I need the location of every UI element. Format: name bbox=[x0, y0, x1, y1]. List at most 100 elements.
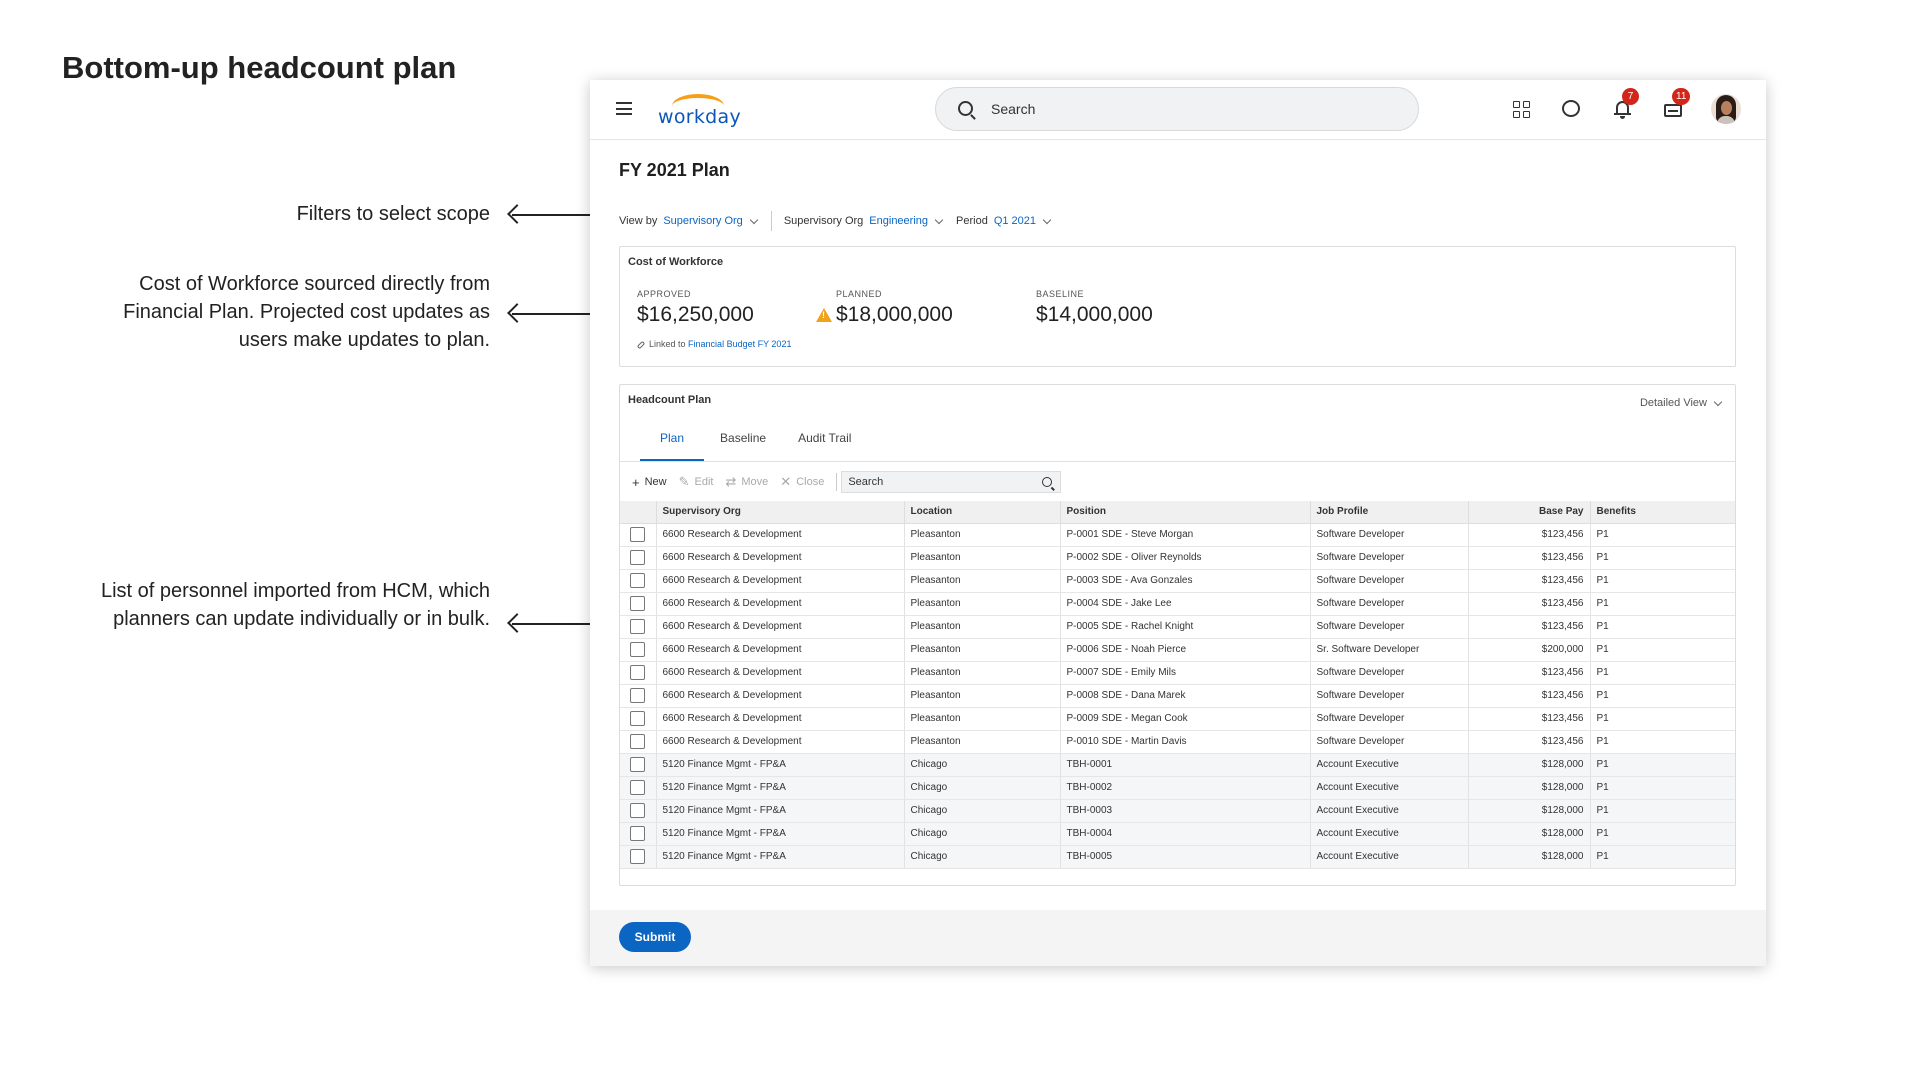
row-checkbox[interactable] bbox=[630, 619, 646, 634]
table-row[interactable]: 6600 Research & Development Pleasanton P-0… bbox=[620, 730, 1735, 754]
table-row[interactable]: 6600 Research & Development Pleasanton P-0… bbox=[620, 592, 1735, 616]
table-row[interactable]: 6600 Research & Development Pleasanton P-0… bbox=[620, 661, 1735, 685]
table-row[interactable]: 6600 Research & Development Pleasanton P-0… bbox=[620, 638, 1735, 662]
close-icon: ✕ bbox=[780, 474, 792, 489]
plus-icon: + bbox=[632, 474, 640, 490]
close-button[interactable]: ✕ Close bbox=[780, 474, 824, 490]
table-row[interactable]: 5120 Finance Mgmt - FP&A Chicago TBH-0003 A… bbox=[620, 799, 1735, 823]
row-checkbox[interactable] bbox=[630, 550, 646, 565]
grid-search-input[interactable]: Search bbox=[841, 471, 1062, 493]
avatar[interactable] bbox=[1711, 94, 1741, 124]
tab-plan[interactable]: Plan bbox=[640, 421, 705, 462]
row-checkbox[interactable] bbox=[630, 665, 646, 680]
new-button[interactable]: + New bbox=[632, 475, 667, 490]
cell-base-pay: $128,000 bbox=[1468, 753, 1591, 777]
cell-location: Chicago bbox=[904, 845, 1061, 869]
table-row[interactable]: 6600 Research & Development Pleasanton P-0… bbox=[620, 707, 1735, 731]
global-search-input[interactable]: Search bbox=[935, 87, 1419, 131]
row-checkbox[interactable] bbox=[630, 734, 646, 749]
table-row[interactable]: 6600 Research & Development Pleasanton P-0… bbox=[620, 684, 1735, 708]
row-checkbox[interactable] bbox=[630, 688, 646, 703]
cell-job-profile: Account Executive bbox=[1310, 776, 1469, 800]
chevron-down-icon bbox=[934, 215, 944, 224]
cell-base-pay: $200,000 bbox=[1468, 638, 1591, 662]
warning-icon bbox=[816, 308, 832, 322]
cell-supervisory-org: 6600 Research & Development bbox=[656, 592, 905, 616]
row-checkbox[interactable] bbox=[630, 780, 646, 795]
cell-job-profile: Software Developer bbox=[1310, 661, 1469, 685]
column-header[interactable]: Job Profile bbox=[1310, 501, 1469, 524]
cell-benefits: P1 bbox=[1590, 569, 1735, 593]
apps-grid-icon[interactable] bbox=[1510, 98, 1532, 120]
table-row[interactable]: 5120 Finance Mgmt - FP&A Chicago TBH-0005 A… bbox=[620, 845, 1735, 869]
edit-button[interactable]: ✎ Edit bbox=[679, 474, 714, 490]
page-title: Bottom-up headcount plan bbox=[62, 50, 457, 85]
annotation-personnel: List of personnel imported from HCM, whi… bbox=[100, 580, 490, 630]
detailed-view-dropdown[interactable]: Detailed View bbox=[1640, 397, 1723, 409]
cell-base-pay: $123,456 bbox=[1468, 730, 1591, 754]
tab-audit-trail[interactable]: Audit Trail bbox=[782, 421, 867, 462]
table-row[interactable]: 5120 Finance Mgmt - FP&A Chicago TBH-0002 A… bbox=[620, 776, 1735, 800]
row-checkbox[interactable] bbox=[630, 573, 646, 588]
annotation-filters: Filters to select scope bbox=[296, 203, 490, 225]
table-row[interactable]: 5120 Finance Mgmt - FP&A Chicago TBH-0001 A… bbox=[620, 753, 1735, 777]
column-header[interactable]: Position bbox=[1060, 501, 1311, 524]
cell-job-profile: Software Developer bbox=[1310, 730, 1469, 754]
cell-location: Pleasanton bbox=[904, 592, 1061, 616]
cell-location: Pleasanton bbox=[904, 684, 1061, 708]
filter-supervisory-org[interactable]: Supervisory Org Engineering bbox=[784, 215, 944, 227]
cell-supervisory-org: 5120 Finance Mgmt - FP&A bbox=[656, 776, 905, 800]
cell-base-pay: $128,000 bbox=[1468, 822, 1591, 846]
cell-job-profile: Software Developer bbox=[1310, 615, 1469, 639]
row-checkbox[interactable] bbox=[630, 711, 646, 726]
column-header[interactable]: Supervisory Org bbox=[656, 501, 905, 524]
table-row[interactable]: 6600 Research & Development Pleasanton P-0… bbox=[620, 546, 1735, 570]
cell-location: Pleasanton bbox=[904, 661, 1061, 685]
cell-base-pay: $128,000 bbox=[1468, 799, 1591, 823]
table-row[interactable]: 6600 Research & Development Pleasanton P-0… bbox=[620, 523, 1735, 547]
cell-base-pay: $128,000 bbox=[1468, 845, 1591, 869]
tab-baseline[interactable]: Baseline bbox=[704, 421, 782, 462]
table-row[interactable]: 5120 Finance Mgmt - FP&A Chicago TBH-0004 A… bbox=[620, 822, 1735, 846]
table-row[interactable]: 6600 Research & Development Pleasanton P-0… bbox=[620, 615, 1735, 639]
headcount-plan-card: Headcount Plan Detailed View Plan Baseli… bbox=[619, 384, 1736, 886]
move-button[interactable]: ⇄ Move bbox=[725, 474, 768, 490]
column-header[interactable]: Benefits bbox=[1590, 501, 1735, 524]
cell-benefits: P1 bbox=[1590, 753, 1735, 777]
financial-budget-link[interactable]: Financial Budget FY 2021 bbox=[688, 339, 791, 349]
cell-job-profile: Software Developer bbox=[1310, 523, 1469, 547]
workday-logo[interactable]: workday bbox=[658, 94, 741, 128]
row-checkbox[interactable] bbox=[630, 757, 646, 772]
cell-benefits: P1 bbox=[1590, 730, 1735, 754]
cell-benefits: P1 bbox=[1590, 661, 1735, 685]
cell-location: Pleasanton bbox=[904, 523, 1061, 547]
chevron-down-icon bbox=[1713, 397, 1723, 406]
cell-position: TBH-0002 bbox=[1060, 776, 1311, 800]
filter-view-by[interactable]: View by Supervisory Org bbox=[619, 215, 759, 227]
row-checkbox[interactable] bbox=[630, 527, 646, 542]
column-header[interactable]: Location bbox=[904, 501, 1061, 524]
row-checkbox[interactable] bbox=[630, 803, 646, 818]
cell-location: Pleasanton bbox=[904, 730, 1061, 754]
cost-of-workforce-card: Cost of Workforce APPROVED $16,250,000 P… bbox=[619, 246, 1736, 367]
cell-position: P-0002 SDE - Oliver Reynolds bbox=[1060, 546, 1311, 570]
cell-benefits: P1 bbox=[1590, 799, 1735, 823]
cell-benefits: P1 bbox=[1590, 776, 1735, 800]
cell-base-pay: $123,456 bbox=[1468, 684, 1591, 708]
chat-icon[interactable] bbox=[1560, 98, 1582, 120]
cell-supervisory-org: 6600 Research & Development bbox=[656, 615, 905, 639]
cell-supervisory-org: 6600 Research & Development bbox=[656, 707, 905, 731]
pencil-icon: ✎ bbox=[678, 474, 690, 489]
cell-benefits: P1 bbox=[1590, 592, 1735, 616]
row-checkbox[interactable] bbox=[630, 596, 646, 611]
cell-position: P-0001 SDE - Steve Morgan bbox=[1060, 523, 1311, 547]
table-row[interactable]: 6600 Research & Development Pleasanton P-0… bbox=[620, 569, 1735, 593]
menu-icon[interactable] bbox=[616, 102, 632, 115]
row-checkbox[interactable] bbox=[630, 826, 646, 841]
column-header[interactable]: Base Pay bbox=[1468, 501, 1591, 524]
filter-period[interactable]: Period Q1 2021 bbox=[956, 215, 1052, 227]
cell-job-profile: Account Executive bbox=[1310, 845, 1469, 869]
row-checkbox[interactable] bbox=[630, 849, 646, 864]
row-checkbox[interactable] bbox=[630, 642, 646, 657]
submit-button[interactable]: Submit bbox=[619, 922, 691, 952]
